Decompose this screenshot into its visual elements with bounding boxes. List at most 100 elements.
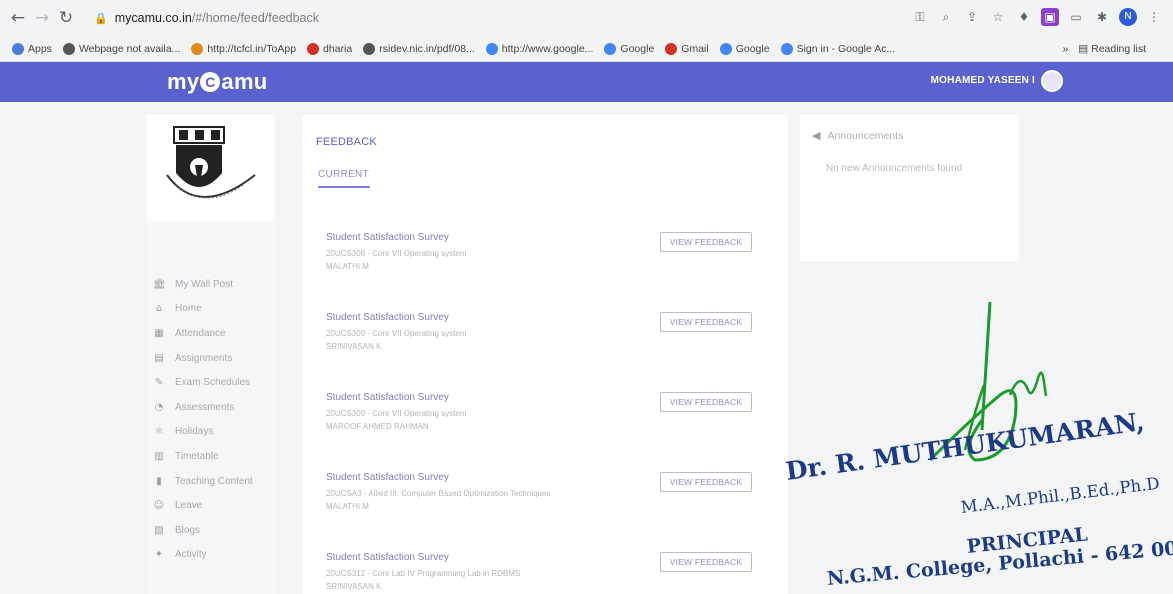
sidebar-item[interactable]: ▦ Attendance xyxy=(153,321,275,346)
feedback-teacher: MALATHI M xyxy=(326,502,369,511)
bookmark-item[interactable]: dharia xyxy=(307,43,352,55)
user-name[interactable]: MOHAMED YASEEN I xyxy=(931,75,1035,86)
avatar[interactable] xyxy=(1041,70,1063,92)
bookmarks-right: » ▤ Reading list xyxy=(1062,38,1146,60)
sidebar-item-label: Activity xyxy=(175,549,207,561)
bookmark-label: Gmail xyxy=(681,43,709,55)
feedback-teacher: MAROOF AHMED RAHMAN xyxy=(326,422,429,431)
puzzle-icon[interactable]: ✱ xyxy=(1093,8,1111,26)
google-icon xyxy=(604,43,617,55)
sidebar-item[interactable]: ☺ Leave xyxy=(153,493,275,518)
sidebar-menu: 🏛 My Wall Post ⌂ Home ▦ Attendance ▤ Assignment… xyxy=(153,272,275,567)
bookmark-item[interactable]: Gmail xyxy=(665,43,709,55)
back-icon[interactable]: ← xyxy=(6,8,30,28)
reading-list-button[interactable]: ▤ Reading list xyxy=(1078,43,1146,55)
star-icon[interactable]: ☆ xyxy=(989,8,1007,26)
view-feedback-button[interactable]: VIEW FEEDBACK xyxy=(660,312,752,332)
feedback-teacher: SRINIVASAN K xyxy=(326,582,382,591)
bookmarks-bar: Apps Webpage not availa... http://tcfcl.in… xyxy=(12,38,1162,60)
sidebar-item[interactable]: ◔ Assessments xyxy=(153,395,275,420)
zoom-icon[interactable]: ⌕ xyxy=(937,8,955,26)
media-icon[interactable]: ▭ xyxy=(1067,8,1085,26)
reload-icon[interactable]: ↻ xyxy=(54,8,78,28)
page-title: FEEDBACK xyxy=(316,136,377,148)
url-host: mycamu.co.in xyxy=(114,11,192,25)
bookmark-label: Apps xyxy=(28,43,52,55)
extension-bar: ⚿ ⌕ ⇪ ☆ ♦ ▣ ▭ ✱ N ⋮ xyxy=(911,8,1163,26)
bookmark-item[interactable]: Apps xyxy=(12,43,52,55)
browser-chrome: ← → ↻ 🔒 mycamu.co.in/#/home/feed/feedbac… xyxy=(0,0,1173,62)
sidebar-item-label: Leave xyxy=(175,500,203,512)
google-icon xyxy=(485,43,498,55)
home-icon: ⌂ xyxy=(155,303,163,315)
sidebar-item[interactable]: 🏛 My Wall Post xyxy=(153,272,275,297)
sidebar-item-label: Attendance xyxy=(175,327,226,339)
view-feedback-button[interactable]: VIEW FEEDBACK xyxy=(660,472,752,492)
feedback-item: Student Satisfaction Survey 20UCS312 - Co… xyxy=(326,552,776,594)
kebab-menu-icon[interactable]: ⋮ xyxy=(1145,8,1163,26)
leave-icon: ☺ xyxy=(153,500,165,512)
sidebar-item[interactable]: ▤ Assignments xyxy=(153,346,275,371)
tab-current[interactable]: CURRENT xyxy=(318,169,370,188)
sidebar-item[interactable]: ▥ Timetable xyxy=(153,444,275,469)
browser-toolbar: ← → ↻ 🔒 mycamu.co.in/#/home/feed/feedbac… xyxy=(0,0,1173,36)
url-path: /#/home/feed/feedback xyxy=(191,11,319,25)
view-feedback-button[interactable]: VIEW FEEDBACK xyxy=(660,392,752,412)
bookmark-label: rsidev.nic.in/pdf/08... xyxy=(379,43,475,55)
assessments-icon: ◔ xyxy=(154,401,164,413)
sidebar-item-label: Assignments xyxy=(175,352,233,364)
share-icon[interactable]: ⇪ xyxy=(963,8,981,26)
forward-icon[interactable]: → xyxy=(30,8,54,28)
sidebar-item[interactable]: ✦ Activity xyxy=(153,543,275,568)
feedback-teacher: SRINIVASAN K xyxy=(326,342,382,351)
view-feedback-button[interactable]: VIEW FEEDBACK xyxy=(660,232,752,252)
google-icon xyxy=(780,43,793,55)
exam-icon: ✎ xyxy=(154,377,164,389)
more-bookmarks-button[interactable]: » xyxy=(1062,43,1068,55)
reading-list-label: Reading list xyxy=(1091,43,1146,55)
app-header: my Camu MOHAMED YASEEN I xyxy=(0,62,1173,102)
key-icon[interactable]: ⚿ xyxy=(911,8,929,26)
megaphone-icon: ◀ xyxy=(812,129,821,142)
sidebar-item-label: Assessments xyxy=(175,401,235,413)
sidebar-item[interactable]: ☼ Holidays xyxy=(153,420,275,445)
bookmark-label: Sign in - Google Ac... xyxy=(796,43,896,55)
address-bar[interactable]: 🔒 mycamu.co.in/#/home/feed/feedback xyxy=(94,11,319,25)
sidebar-item[interactable]: ▮ Teaching Content xyxy=(153,469,275,494)
sidebar-item-label: Home xyxy=(175,303,202,315)
bookmark-item[interactable]: http://tcfcl.in/ToApp xyxy=(191,43,296,55)
gmail-icon xyxy=(665,43,678,55)
google-icon xyxy=(719,43,732,55)
sidebar-item-label: Timetable xyxy=(175,450,219,462)
college-logo xyxy=(147,115,275,221)
college-crest-icon xyxy=(166,126,256,199)
purple-extension-icon[interactable]: ▣ xyxy=(1041,8,1059,26)
sidebar-item-label: Blogs xyxy=(175,524,201,536)
bookmark-item[interactable]: Google xyxy=(604,43,654,55)
mycamu-logo[interactable]: my Camu xyxy=(167,69,268,95)
announcements-header: ◀ Announcements xyxy=(812,129,903,142)
view-feedback-button[interactable]: VIEW FEEDBACK xyxy=(660,552,752,572)
bookmark-item[interactable]: Webpage not availa... xyxy=(62,43,181,55)
bookmark-item[interactable]: http://www.google... xyxy=(485,43,593,55)
announcements-panel: ◀ Announcements No new Announcements fou… xyxy=(800,115,1019,261)
sidebar-item[interactable]: ▧ Blogs xyxy=(153,518,275,543)
profile-icon[interactable]: N xyxy=(1119,8,1137,26)
timetable-icon: ▥ xyxy=(154,450,164,462)
bookmark-label: Webpage not availa... xyxy=(78,43,181,55)
sidebar-item-label: Teaching Content xyxy=(175,475,253,487)
bookmark-label: dharia xyxy=(323,43,353,55)
extension-icon[interactable]: ♦ xyxy=(1015,8,1033,26)
sidebar-item[interactable]: ⌂ Home xyxy=(153,297,275,322)
principal-stamp: Dr. R. MUTHUKUMARAN, M.A.,M.Phil.,B.Ed.,… xyxy=(770,300,1173,594)
activity-icon: ✦ xyxy=(154,549,164,561)
announcements-title: Announcements xyxy=(827,129,904,142)
holidays-icon: ☼ xyxy=(154,426,164,438)
bookmark-item[interactable]: Sign in - Google Ac... xyxy=(780,43,896,55)
apps-grid-icon xyxy=(12,43,24,55)
bookmark-item[interactable]: Google xyxy=(719,43,770,55)
sidebar-item[interactable]: ✎ Exam Schedules xyxy=(153,370,275,395)
bookmark-label: http://tcfcl.in/ToApp xyxy=(207,43,297,55)
feedback-item: Student Satisfaction Survey 20UCS308 - Co… xyxy=(326,232,776,282)
bookmark-item[interactable]: rsidev.nic.in/pdf/08... xyxy=(363,43,475,55)
